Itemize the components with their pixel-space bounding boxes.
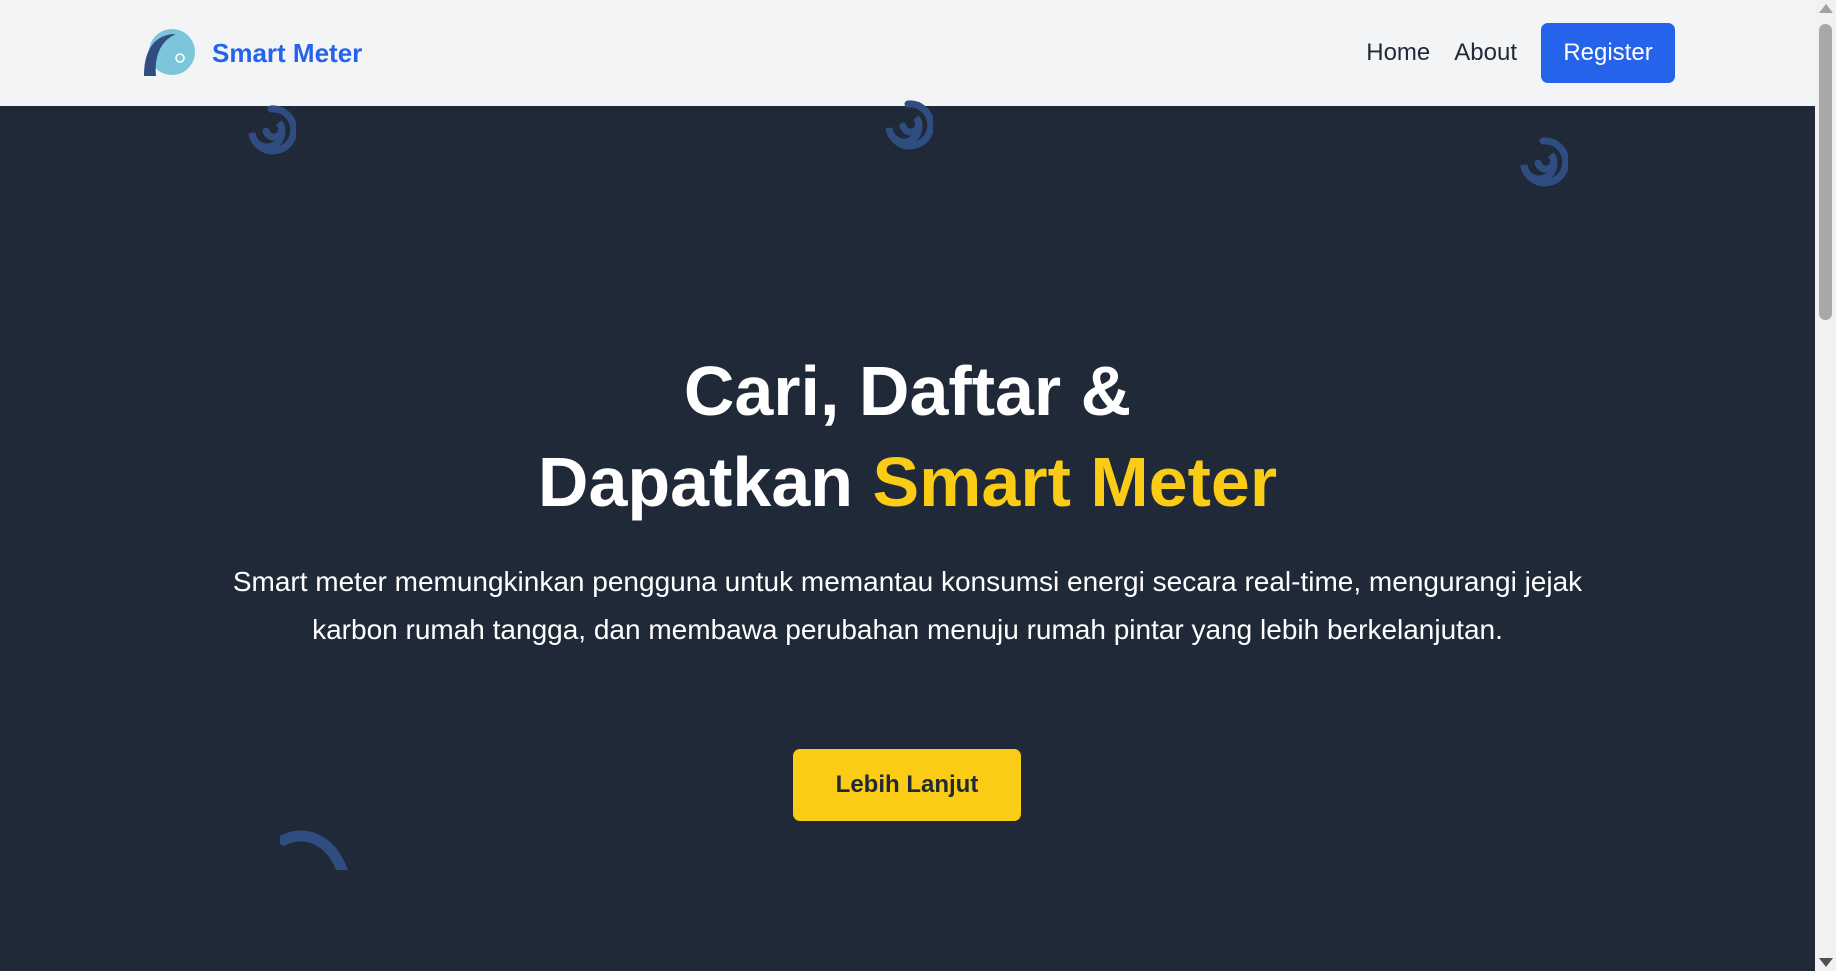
scroll-up-arrow-icon[interactable] (1819, 4, 1833, 13)
swirl-icon (1520, 137, 1568, 187)
scroll-thumb[interactable] (1819, 24, 1832, 320)
nav-links: Home About Register (1366, 0, 1815, 106)
swirl-icon (280, 830, 348, 870)
hero-title-highlight: Smart Meter (872, 443, 1278, 521)
swirl-icon (885, 100, 933, 150)
hero-title-prefix: Dapatkan (537, 443, 873, 521)
swirl-icon (248, 105, 296, 155)
page: Smart Meter Home About Register Cari, Da… (0, 0, 1815, 971)
brand-name: Smart Meter (212, 37, 363, 68)
register-button[interactable]: Register (1541, 23, 1675, 83)
nav-home-link[interactable]: Home (1366, 39, 1430, 67)
hero-title: Cari, Daftar & Dapatkan Smart Meter (0, 346, 1815, 528)
navbar: Smart Meter Home About Register (0, 0, 1815, 106)
hero-section: Cari, Daftar & Dapatkan Smart Meter Smar… (0, 100, 1815, 971)
learn-more-button[interactable]: Lebih Lanjut (793, 749, 1021, 821)
brand-link[interactable]: Smart Meter (142, 28, 362, 78)
wave-logo-icon (142, 28, 198, 78)
scroll-down-arrow-icon[interactable] (1819, 958, 1833, 967)
hero-title-line1: Cari, Daftar & (683, 352, 1132, 430)
nav-about-link[interactable]: About (1454, 39, 1517, 67)
vertical-scrollbar[interactable] (1815, 0, 1836, 971)
hero-description: Smart meter memungkinkan pengguna untuk … (232, 566, 1583, 645)
